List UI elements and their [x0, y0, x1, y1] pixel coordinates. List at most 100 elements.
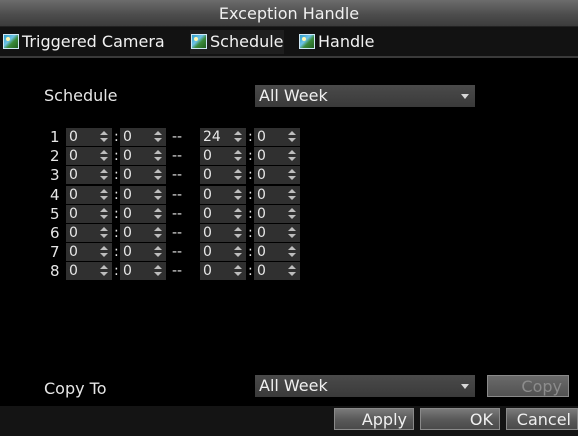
spin-arrows-icon[interactable]	[288, 207, 296, 220]
end-hour-spinner[interactable]: 0	[200, 166, 246, 185]
spin-arrows-icon[interactable]	[154, 227, 162, 239]
start-minute-spinner[interactable]: 0	[120, 128, 166, 146]
tab-triggered-camera[interactable]: Triggered Camera	[2, 30, 165, 54]
spin-arrows-icon[interactable]	[154, 169, 162, 181]
spin-arrows-icon[interactable]	[288, 265, 296, 277]
end-minute-spinner[interactable]: 0	[254, 262, 300, 281]
start-hour-spinner-value: 0	[69, 205, 78, 222]
end-minute-spinner[interactable]: 0	[254, 204, 300, 223]
start-minute-spinner-value: 0	[123, 244, 132, 261]
end-hour-spinner[interactable]: 0	[200, 224, 246, 242]
spin-arrows-icon[interactable]	[100, 188, 108, 201]
spin-arrows-icon[interactable]	[234, 188, 242, 201]
end-hour-spinner[interactable]: 0	[200, 147, 246, 166]
start-hour-spinner[interactable]: 0	[66, 128, 112, 146]
end-minute-spinner[interactable]: 0	[254, 185, 300, 204]
start-hour-spinner[interactable]: 0	[66, 185, 112, 204]
copy-button[interactable]: Copy	[487, 375, 569, 397]
start-minute-spinner-value: 0	[123, 205, 132, 222]
spin-arrows-icon[interactable]	[288, 169, 296, 181]
spin-arrows-icon[interactable]	[154, 265, 162, 277]
start-minute-spinner[interactable]: 0	[120, 243, 166, 262]
spin-arrows-icon[interactable]	[234, 150, 242, 162]
tab-handle[interactable]: Handle	[298, 30, 374, 54]
tab-schedule[interactable]: Schedule	[190, 30, 284, 54]
end-minute-spinner[interactable]: 0	[254, 243, 300, 262]
spin-arrows-icon[interactable]	[288, 150, 296, 162]
cancel-button[interactable]: Cancel	[506, 408, 578, 430]
start-hour-spinner[interactable]: 0	[66, 224, 112, 242]
time-colon: :	[114, 129, 119, 145]
spin-arrows-icon[interactable]	[100, 227, 108, 239]
spin-arrows-icon[interactable]	[154, 246, 162, 258]
end-hour-spinner[interactable]: 0	[200, 262, 246, 281]
end-minute-spinner[interactable]: 0	[254, 224, 300, 242]
start-hour-spinner[interactable]: 0	[66, 243, 112, 262]
spin-arrows-icon[interactable]	[234, 265, 242, 277]
end-minute-spinner[interactable]: 0	[254, 128, 300, 146]
spin-arrows-icon[interactable]	[100, 169, 108, 181]
start-hour-spinner[interactable]: 0	[66, 204, 112, 223]
end-minute-spinner-value: 0	[257, 263, 266, 280]
spin-arrows-icon[interactable]	[288, 131, 296, 143]
end-hour-spinner-value: 0	[203, 244, 212, 261]
end-hour-spinner[interactable]: 24	[200, 128, 246, 146]
row-index: 5	[50, 204, 60, 223]
spin-arrows-icon[interactable]	[100, 131, 108, 143]
end-minute-spinner-value: 0	[257, 244, 266, 261]
time-period-row: 1 0:0 -- 24:0	[50, 128, 310, 147]
start-hour-spinner-value: 0	[69, 148, 78, 165]
copy-to-select[interactable]: All Week	[255, 375, 475, 397]
start-hour-spinner[interactable]: 0	[66, 262, 112, 281]
spin-arrows-icon[interactable]	[100, 207, 108, 220]
spin-arrows-icon[interactable]	[154, 207, 162, 220]
spin-arrows-icon[interactable]	[234, 227, 242, 239]
window-title: Exception Handle	[0, 0, 578, 27]
spin-arrows-icon[interactable]	[234, 131, 242, 143]
spin-arrows-icon[interactable]	[154, 131, 162, 143]
end-minute-spinner[interactable]: 0	[254, 147, 300, 166]
spin-arrows-icon[interactable]	[288, 227, 296, 239]
row-index: 6	[50, 224, 60, 242]
spin-arrows-icon[interactable]	[288, 188, 296, 201]
start-minute-spinner[interactable]: 0	[120, 204, 166, 223]
ok-button[interactable]: OK	[420, 408, 500, 430]
time-colon: :	[114, 263, 119, 280]
spin-arrows-icon[interactable]	[288, 246, 296, 258]
spin-arrows-icon[interactable]	[154, 188, 162, 201]
spin-arrows-icon[interactable]	[234, 246, 242, 258]
apply-button[interactable]: Apply	[334, 408, 414, 430]
start-minute-spinner[interactable]: 0	[120, 147, 166, 166]
spin-arrows-icon[interactable]	[100, 265, 108, 277]
end-hour-spinner[interactable]: 0	[200, 185, 246, 204]
chevron-down-icon	[461, 94, 469, 99]
end-minute-spinner-value: 0	[257, 148, 266, 165]
start-hour-spinner[interactable]: 0	[66, 166, 112, 185]
spin-arrows-icon[interactable]	[234, 207, 242, 220]
spin-arrows-icon[interactable]	[154, 150, 162, 162]
start-minute-spinner[interactable]: 0	[120, 166, 166, 185]
schedule-select-value: All Week	[259, 86, 328, 105]
start-hour-spinner[interactable]: 0	[66, 147, 112, 166]
start-minute-spinner[interactable]: 0	[120, 224, 166, 242]
spin-arrows-icon[interactable]	[234, 169, 242, 181]
start-minute-spinner[interactable]: 0	[120, 262, 166, 281]
spin-arrows-icon[interactable]	[100, 150, 108, 162]
end-hour-spinner[interactable]: 0	[200, 204, 246, 223]
start-minute-spinner[interactable]: 0	[120, 185, 166, 204]
end-minute-spinner-value: 0	[257, 167, 266, 184]
start-hour-spinner-value: 0	[69, 167, 78, 184]
picture-icon	[191, 34, 207, 49]
time-colon: :	[114, 186, 119, 203]
range-dash: --	[172, 186, 183, 203]
time-period-row: 5 0:0 -- 0:0	[50, 204, 310, 224]
spin-arrows-icon[interactable]	[100, 246, 108, 258]
end-hour-spinner[interactable]: 0	[200, 243, 246, 262]
time-period-row: 7 0:0 -- 0:0	[50, 243, 310, 262]
schedule-select[interactable]: All Week	[255, 85, 475, 107]
start-hour-spinner-value: 0	[69, 244, 78, 261]
start-minute-spinner-value: 0	[123, 225, 132, 241]
start-hour-spinner-value: 0	[69, 263, 78, 280]
end-minute-spinner[interactable]: 0	[254, 166, 300, 185]
end-hour-spinner-value: 0	[203, 167, 212, 184]
